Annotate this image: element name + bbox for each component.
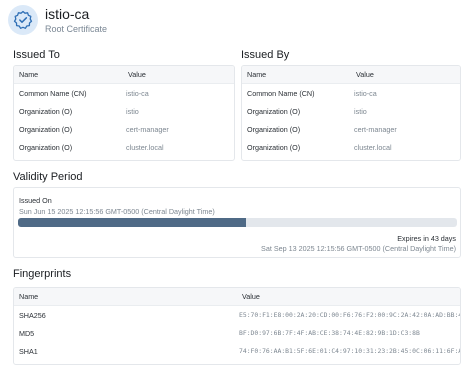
table-row: Common Name (CN) istio-ca — [242, 84, 460, 102]
table-header: Name Value — [14, 66, 234, 84]
page-title: istio-ca — [45, 6, 90, 22]
issued-by-heading: Issued By — [241, 49, 290, 61]
certificate-header: istio-ca Root Certificate — [8, 5, 468, 37]
row-name: SHA256 — [19, 310, 46, 320]
column-header-value: Value — [128, 70, 146, 79]
table-header: Name Value — [14, 288, 460, 306]
row-value: 74:F0:76:AA:B1:5F:6E:01:C4:97:10:31:23:2… — [239, 347, 461, 355]
row-name: Organization (O) — [247, 106, 301, 116]
row-name: SHA1 — [19, 346, 38, 356]
row-value: cert-manager — [126, 124, 169, 134]
column-header-name: Name — [247, 70, 267, 79]
expires-label: Expires in 43 days — [397, 234, 456, 243]
column-header-name: Name — [19, 292, 39, 301]
row-value: istio — [126, 106, 139, 116]
issued-on-label: Issued On — [19, 196, 52, 205]
table-row: SHA256 E5:70:F1:E8:00:2A:20:CD:00:F6:76:F… — [14, 306, 460, 324]
row-name: Organization (O) — [19, 142, 73, 152]
column-header-value: Value — [356, 70, 374, 79]
issued-on-date: Sun Jun 15 2025 12:15:56 GMT-0500 (Centr… — [19, 207, 215, 216]
table-row: Organization (O) istio — [14, 102, 234, 120]
row-value: BF:D0:97:6B:7F:4F:AB:CE:38:74:4E:82:9B:1… — [239, 329, 420, 337]
row-value: cluster.local — [354, 142, 392, 152]
row-value: istio-ca — [354, 88, 377, 98]
page-subtitle: Root Certificate — [45, 24, 108, 34]
certificate-badge-icon — [8, 5, 38, 35]
table-row: Organization (O) istio — [242, 102, 460, 120]
fingerprints-heading: Fingerprints — [13, 268, 72, 280]
row-name: Organization (O) — [19, 106, 73, 116]
table-row: Organization (O) cert-manager — [14, 120, 234, 138]
table-row: SHA1 74:F0:76:AA:B1:5F:6E:01:C4:97:10:31:… — [14, 342, 460, 360]
row-name: Organization (O) — [19, 124, 73, 134]
row-name: Common Name (CN) — [247, 88, 315, 98]
row-name: Organization (O) — [247, 142, 301, 152]
row-name: Common Name (CN) — [19, 88, 87, 98]
table-row: Organization (O) cluster.local — [242, 138, 460, 156]
table-row: Common Name (CN) istio-ca — [14, 84, 234, 102]
validity-progress-bar — [18, 218, 457, 227]
issued-to-table: Name Value Common Name (CN) istio-ca Organ… — [13, 65, 235, 161]
table-row: Organization (O) cert-manager — [242, 120, 460, 138]
row-value: cluster.local — [126, 142, 164, 152]
row-name: Organization (O) — [247, 124, 301, 134]
validity-heading: Validity Period — [13, 171, 83, 183]
fingerprints-table: Name Value SHA256 E5:70:F1:E8:00:2A:20:CD… — [13, 287, 461, 365]
row-name: MD5 — [19, 328, 35, 338]
table-row: Organization (O) cluster.local — [14, 138, 234, 156]
row-value: E5:70:F1:E8:00:2A:20:CD:00:F6:76:F2:00:9… — [239, 311, 461, 319]
row-value: cert-manager — [354, 124, 397, 134]
table-header: Name Value — [242, 66, 460, 84]
column-header-value: Value — [242, 292, 260, 301]
row-value: istio-ca — [126, 88, 149, 98]
row-value: istio — [354, 106, 367, 116]
expires-date: Sat Sep 13 2025 12:15:56 GMT-0500 (Centr… — [261, 244, 456, 253]
validity-progress-fill — [18, 218, 247, 227]
issued-to-heading: Issued To — [13, 49, 60, 61]
column-header-name: Name — [19, 70, 39, 79]
issued-by-table: Name Value Common Name (CN) istio-ca Organ… — [241, 65, 461, 161]
table-row: MD5 BF:D0:97:6B:7F:4F:AB:CE:38:74:4E:82:9… — [14, 324, 460, 342]
